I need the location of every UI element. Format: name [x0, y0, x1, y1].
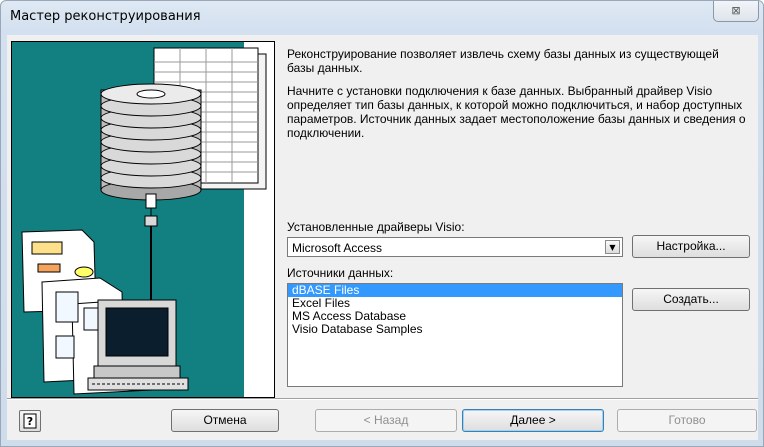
drivers-label: Установленные драйверы Visio: — [287, 220, 465, 234]
intro-text: Реконструирование позволяет извлечь схем… — [287, 47, 747, 140]
svg-text:?: ? — [27, 415, 33, 428]
computer-icon — [87, 299, 189, 391]
intro-paragraph-2: Начните с установки подключения к базе д… — [287, 84, 746, 140]
sources-label: Источники данных: — [287, 266, 394, 280]
intro-paragraph-1: Реконструирование позволяет извлечь схем… — [287, 47, 719, 75]
back-button[interactable]: < Назад — [315, 409, 457, 432]
list-item[interactable]: Visio Database Samples — [288, 323, 622, 336]
driver-select-value: Microsoft Access — [292, 241, 383, 255]
help-button[interactable]: ? — [19, 410, 41, 432]
data-sources-list[interactable]: dBASE Files Excel Files MS Access Databa… — [287, 283, 623, 387]
chevron-down-icon[interactable]: ▼ — [605, 240, 620, 254]
dialog-body: Реконструирование позволяет извлечь схем… — [7, 35, 758, 440]
window-title: Мастер реконструирования — [10, 9, 201, 24]
create-button[interactable]: Создать... — [632, 288, 750, 311]
driver-select[interactable]: Microsoft Access ▼ — [287, 237, 623, 257]
footer-separator — [7, 398, 758, 400]
help-icon: ? — [23, 413, 37, 429]
wizard-illustration — [11, 41, 275, 398]
finish-button[interactable]: Готово — [617, 409, 757, 432]
close-button[interactable]: ⊠ — [713, 1, 759, 22]
wizard-window: Мастер реконструирования ⊠ Реконструиров… — [0, 0, 764, 447]
close-icon: ⊠ — [731, 4, 741, 17]
cancel-button[interactable]: Отмена — [171, 409, 279, 432]
next-button[interactable]: Далее > — [462, 409, 604, 432]
title-bar: Мастер реконструирования ⊠ — [1, 1, 763, 35]
database-illustration — [21, 42, 274, 397]
settings-button[interactable]: Настройка... — [632, 235, 750, 258]
disk-stack-icon — [100, 83, 202, 201]
